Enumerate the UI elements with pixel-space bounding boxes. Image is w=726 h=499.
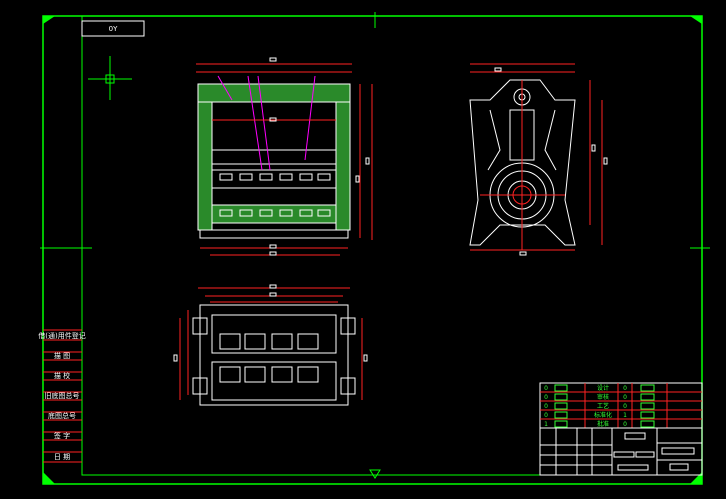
left-table-label: 底图总号: [48, 411, 76, 420]
left-table-label: 描 图: [54, 351, 70, 360]
title-block-label: 设计: [597, 384, 609, 392]
title-block-label: 工艺: [597, 402, 609, 410]
title-block-count: 1: [623, 412, 627, 419]
front-view: [196, 57, 373, 256]
title-block-count: 0: [544, 403, 548, 410]
title-block-count: 0: [623, 385, 627, 392]
left-table-label: 日 期: [54, 453, 70, 461]
left-table-label: 描 校: [54, 371, 70, 380]
title-block-label: 标准化: [594, 411, 612, 419]
title-block-count: 0: [623, 394, 627, 401]
side-view: [469, 63, 608, 256]
title-block-count: 1: [544, 421, 548, 428]
left-revision-table: 借(通)用件登记 描 图 描 校 旧底图总号 底图总号 签 字 日 期: [38, 329, 86, 463]
title-block-count: 0: [544, 394, 548, 401]
corner-triangle-br: [690, 472, 702, 484]
title-stamp: 0Y: [109, 25, 118, 33]
left-table-label: 借(通)用件登记: [38, 331, 85, 340]
corner-triangle-tr: [690, 16, 702, 24]
title-block-count: 0: [623, 403, 627, 410]
title-block-count: 0: [623, 421, 627, 428]
title-block-count: 0: [544, 412, 548, 419]
corner-triangle-tl: [43, 16, 55, 24]
title-block-label: 审核: [597, 393, 609, 401]
crosshair-cursor-icon: [88, 56, 132, 100]
top-view: [173, 284, 368, 406]
left-table-label: 签 字: [54, 431, 70, 440]
cad-drawing-canvas[interactable]: 0Y 借(通)用件登记 描 图 描 校 旧底图总号 底图总号 签 字 日 期 设…: [0, 0, 726, 499]
center-mark-bottom: [369, 469, 381, 479]
title-block: 设计 审核 工艺 标准化 批准 0 0 0 0 1 0 0 0 1 0: [539, 382, 703, 476]
left-table-label: 旧底图总号: [45, 391, 80, 400]
drawing-sheet: 0Y 借(通)用件登记 描 图 描 校 旧底图总号 底图总号 签 字 日 期 设…: [38, 12, 710, 485]
title-block-count: 0: [544, 385, 548, 392]
title-block-label: 批准: [597, 420, 609, 428]
corner-triangle-bl: [43, 472, 55, 484]
